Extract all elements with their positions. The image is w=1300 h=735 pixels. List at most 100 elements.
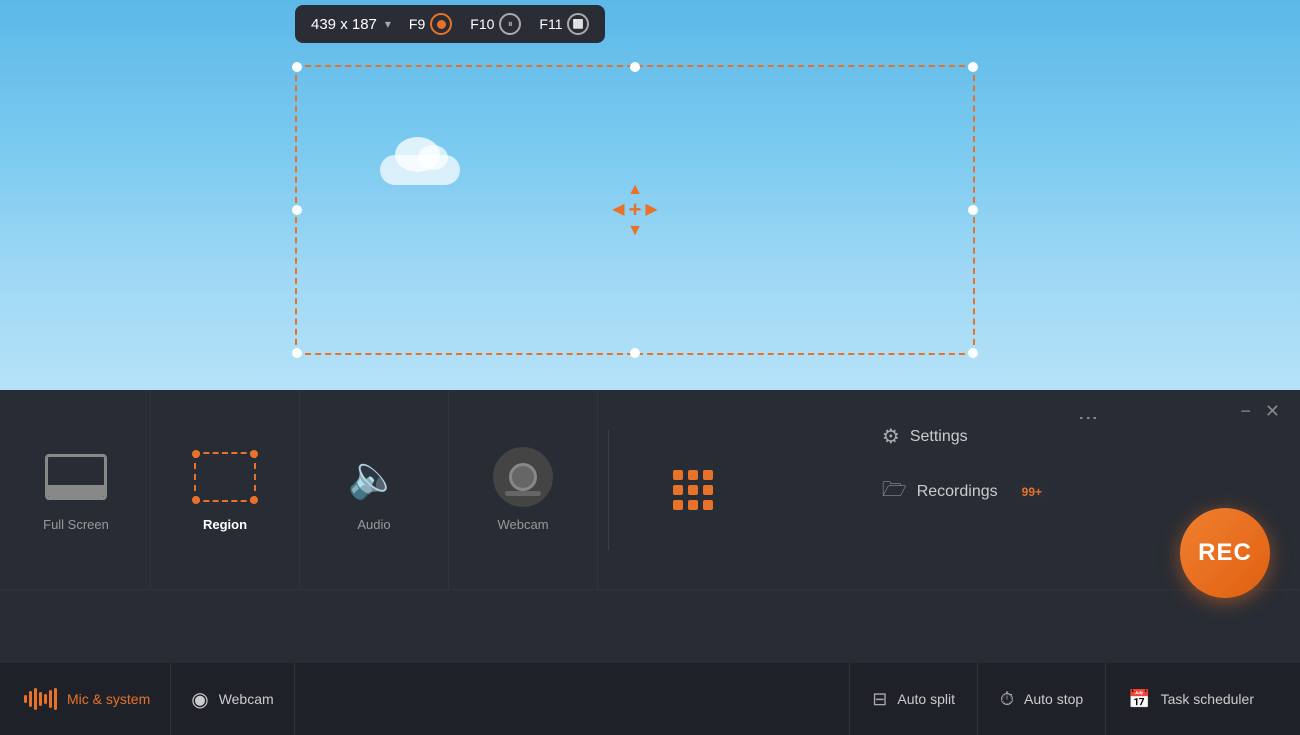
close-button[interactable]: ✕ — [1265, 402, 1280, 420]
auto-stop-icon: ⏱ — [1000, 689, 1014, 710]
handle-bottom-left[interactable] — [292, 348, 302, 358]
window-controls: − ✕ — [1240, 402, 1280, 420]
capture-dimensions: 439 x 187 ▾ — [311, 16, 391, 33]
region-corner-br — [250, 496, 258, 504]
main-toolbar: Full Screen Region 🔈 Audio — [0, 390, 1300, 590]
mic-wave-icon — [24, 688, 57, 710]
audio-icon-area: 🔈 — [338, 447, 410, 507]
grid-dot — [703, 470, 713, 480]
more-apps-icon — [673, 470, 713, 510]
down-arrow: ▼ — [627, 221, 643, 240]
task-scheduler-icon: 📅 — [1128, 689, 1150, 710]
right-panel: ⚙ Settings 🗁 Recordings 99+ — [872, 420, 1060, 513]
toolbar-item-region[interactable]: Region — [151, 390, 300, 589]
full-screen-icon-area — [40, 447, 112, 507]
webcam-status-icon: ◉ — [191, 687, 208, 712]
center-cross: + — [629, 199, 642, 221]
menu-dots-button[interactable]: ⋮ — [1076, 408, 1100, 429]
grid-dot — [688, 500, 698, 510]
recordings-icon: 🗁 — [882, 475, 907, 509]
f9-label: F9 — [409, 16, 425, 32]
grid-dot — [673, 470, 683, 480]
webcam-icon-area — [487, 447, 559, 507]
move-cursor[interactable]: ▲ ◀ + ▶ ▼ — [612, 180, 657, 240]
handle-top-left[interactable] — [292, 62, 302, 72]
handle-top-middle[interactable] — [630, 62, 640, 72]
webcam-status-button[interactable]: ◉ Webcam — [171, 663, 294, 735]
f10-label: F10 — [470, 16, 494, 32]
recordings-button[interactable]: 🗁 Recordings 99+ — [872, 471, 1060, 513]
f9-button[interactable]: F9 — [409, 13, 452, 35]
auto-stop-label: Auto stop — [1024, 691, 1083, 707]
wave-bar-2 — [29, 691, 32, 707]
rec-button[interactable]: REC — [1180, 508, 1270, 598]
handle-top-right[interactable] — [968, 62, 978, 72]
capture-toolbar: 439 x 187 ▾ F9 F10 F11 — [295, 5, 605, 43]
recordings-badge: 99+ — [1014, 483, 1050, 501]
wave-bar-3 — [34, 688, 37, 710]
grid-dot — [688, 470, 698, 480]
grid-dot — [688, 485, 698, 495]
sky-background: 439 x 187 ▾ F9 F10 F11 ▲ ◀ + — [0, 0, 1300, 390]
region-icon-area — [189, 447, 261, 507]
auto-split-button[interactable]: ⊟ Auto split — [849, 663, 977, 735]
right-status-items: ⊟ Auto split ⏱ Auto stop 📅 Task schedule… — [849, 663, 1276, 735]
control-panel: ⋮ − ✕ Full Screen Region — [0, 390, 1300, 735]
task-scheduler-button[interactable]: 📅 Task scheduler — [1105, 663, 1276, 735]
webcam-icon — [493, 447, 553, 507]
pause-key-icon — [499, 13, 521, 35]
grid-dot — [703, 500, 713, 510]
auto-split-label: Auto split — [897, 691, 955, 707]
recordings-label: Recordings — [917, 483, 998, 501]
wave-bar-7 — [54, 688, 57, 710]
mic-system-button[interactable]: Mic & system — [24, 663, 171, 735]
webcam-status-label: Webcam — [219, 691, 274, 707]
wave-bar-6 — [49, 690, 52, 708]
full-screen-label: Full Screen — [43, 517, 109, 532]
toolbar-item-webcam[interactable]: Webcam — [449, 390, 598, 589]
screenshot-key-icon — [567, 13, 589, 35]
record-key-icon — [430, 13, 452, 35]
region-corner-tl — [192, 450, 200, 458]
minimize-button[interactable]: − — [1240, 402, 1251, 420]
settings-icon: ⚙ — [882, 424, 900, 449]
f10-button[interactable]: F10 — [470, 13, 521, 35]
full-screen-icon — [45, 454, 107, 500]
task-scheduler-label: Task scheduler — [1161, 691, 1254, 707]
auto-split-icon: ⊟ — [872, 689, 887, 710]
f11-button[interactable]: F11 — [539, 13, 589, 35]
f11-label: F11 — [539, 16, 562, 32]
handle-bottom-middle[interactable] — [630, 348, 640, 358]
toolbar-item-more-apps[interactable] — [619, 390, 767, 589]
right-arrow: ▶ — [645, 202, 657, 218]
toolbar-separator — [608, 430, 609, 550]
selection-region[interactable]: ▲ ◀ + ▶ ▼ — [295, 65, 975, 355]
region-corner-bl — [192, 496, 200, 504]
dimensions-dropdown[interactable]: ▾ — [385, 17, 391, 31]
webcam-lens-icon — [509, 463, 537, 491]
auto-stop-button[interactable]: ⏱ Auto stop — [977, 663, 1105, 735]
settings-label: Settings — [910, 428, 968, 446]
region-icon — [194, 452, 256, 502]
dimensions-value: 439 x 187 — [311, 16, 377, 33]
mic-system-label: Mic & system — [67, 691, 150, 707]
handle-middle-right[interactable] — [968, 205, 978, 215]
grid-dot — [673, 500, 683, 510]
wave-bar-4 — [39, 692, 42, 706]
rec-label: REC — [1198, 539, 1252, 567]
settings-button[interactable]: ⚙ Settings — [872, 420, 1060, 453]
audio-label: Audio — [357, 517, 390, 532]
handle-bottom-right[interactable] — [968, 348, 978, 358]
left-arrow: ◀ — [612, 202, 624, 218]
region-label: Region — [203, 517, 247, 532]
wave-bar-5 — [44, 694, 47, 704]
audio-icon: 🔈 — [348, 453, 400, 502]
toolbar-item-full-screen[interactable]: Full Screen — [20, 390, 151, 589]
handle-middle-left[interactable] — [292, 205, 302, 215]
region-corner-tr — [250, 450, 258, 458]
webcam-label: Webcam — [497, 517, 548, 532]
wave-bar-1 — [24, 695, 27, 703]
toolbar-item-audio[interactable]: 🔈 Audio — [300, 390, 449, 589]
grid-dot — [673, 485, 683, 495]
grid-dot — [703, 485, 713, 495]
